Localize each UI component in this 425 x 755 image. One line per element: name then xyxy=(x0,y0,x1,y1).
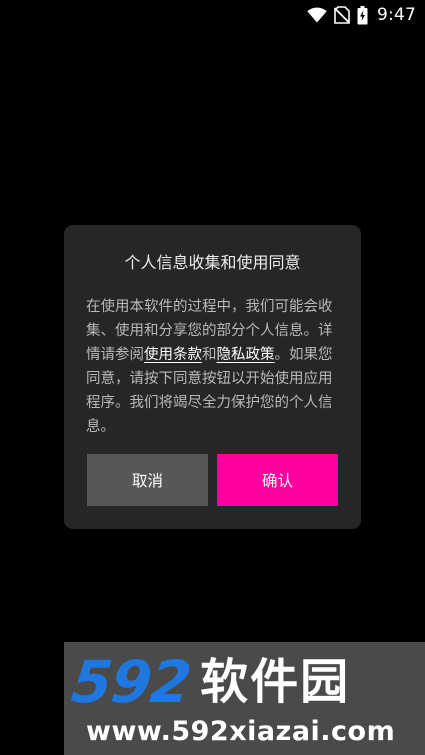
watermark-url: www.592xiazai.com xyxy=(86,716,396,747)
watermark-logo-text: 软件园 xyxy=(200,654,351,710)
watermark-logo-number: 592 xyxy=(68,648,194,716)
and-text: 和 xyxy=(202,347,217,363)
no-sim-icon xyxy=(334,6,351,24)
consent-dialog: 个人信息收集和使用同意 在使用本软件的过程中，我们可能会收集、使用和分享您的部分… xyxy=(64,225,361,529)
status-time: 9:47 xyxy=(377,5,416,25)
cancel-button[interactable]: 取消 xyxy=(87,454,208,506)
watermark-logo: 592 软件园 xyxy=(68,648,351,716)
status-icons: 9:47 xyxy=(307,4,416,26)
status-bar: 9:47 xyxy=(0,0,425,30)
battery-charging-icon xyxy=(357,5,368,25)
watermark-banner: 592 软件园 www.592xiazai.com xyxy=(64,642,425,755)
terms-link[interactable]: 使用条款 xyxy=(144,347,202,363)
app-screen: 9:47 个人信息收集和使用同意 在使用本软件的过程中，我们可能会收集、使用和分… xyxy=(0,0,425,755)
dialog-body: 在使用本软件的过程中，我们可能会收集、使用和分享您的部分个人信息。详情请参阅使用… xyxy=(86,295,341,439)
dialog-title: 个人信息收集和使用同意 xyxy=(124,253,301,272)
wifi-icon xyxy=(307,7,327,23)
confirm-button[interactable]: 确认 xyxy=(217,454,338,506)
privacy-policy-link[interactable]: 隐私政策 xyxy=(217,347,275,363)
